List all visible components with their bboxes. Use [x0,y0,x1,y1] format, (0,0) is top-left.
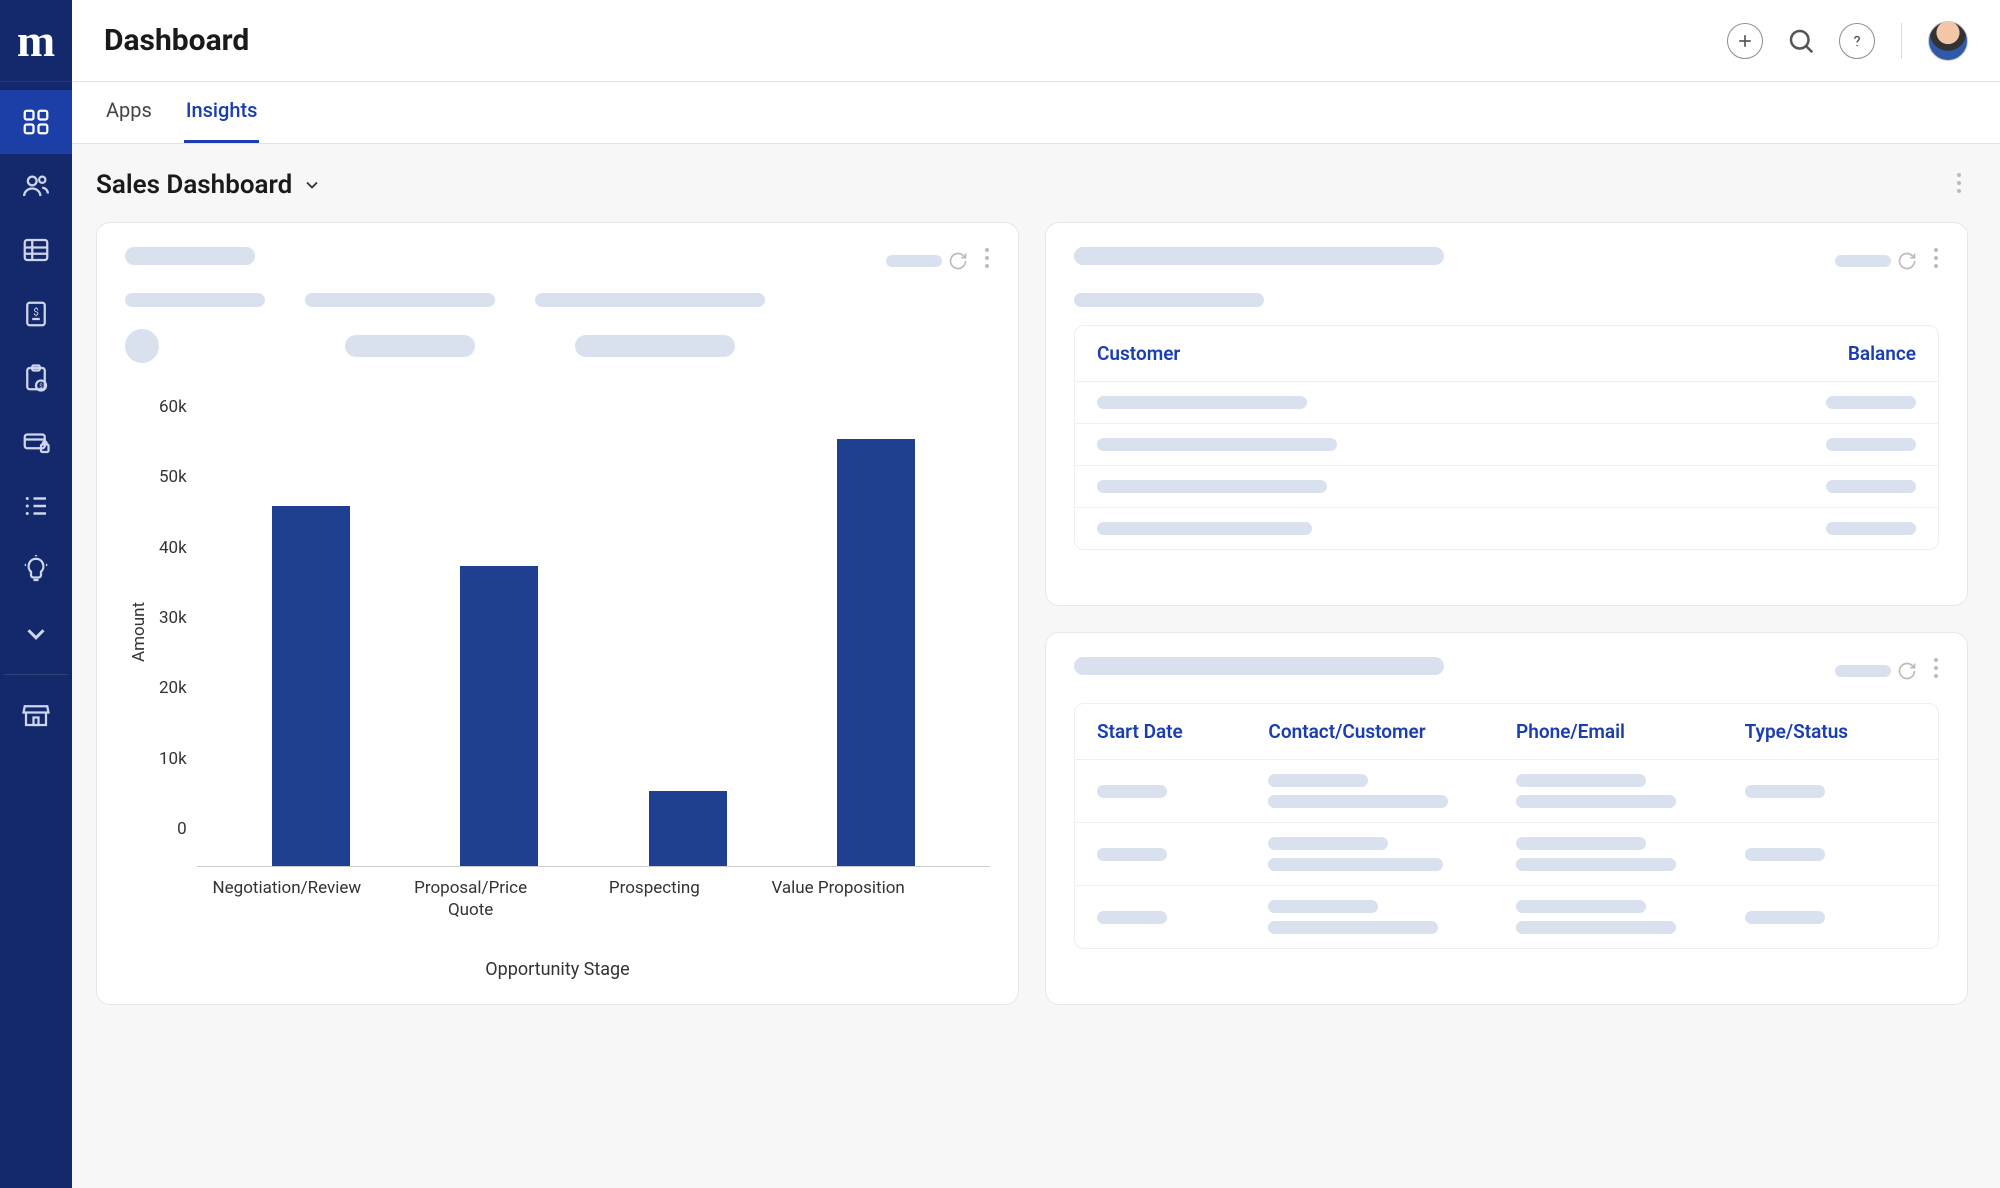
xaxis-label: Value Proposition [763,877,913,921]
col-phone: Phone/Email [1516,720,1745,743]
skeleton-circle [125,329,159,363]
app-logo[interactable]: m [0,0,72,82]
nav-customers[interactable] [0,154,72,218]
content-area: Sales Dashboard [72,144,2000,1188]
dashboard-icon [21,107,51,137]
nav-ideas[interactable] [0,538,72,602]
nav-list[interactable] [0,474,72,538]
bar-chart: Amount 60k 50k 40k 30k 20k 10k 0 [125,397,990,980]
nav-secure-payments[interactable] [0,410,72,474]
col-type: Type/Status [1745,720,1916,743]
bar[interactable] [236,506,386,866]
xaxis-label: Negotiation/Review [212,877,362,921]
table-row[interactable] [1075,886,1938,948]
bar[interactable] [801,439,951,867]
table-row[interactable] [1075,424,1938,466]
nav-expand[interactable] [0,602,72,666]
kebab-icon [1956,172,1962,194]
refresh-button[interactable] [1835,251,1917,271]
card-more-button[interactable] [984,247,990,275]
card-lock-icon [21,427,51,457]
nav-invoices[interactable]: $ [0,282,72,346]
app-header: Dashboard [72,0,2000,82]
card-opportunity-chart: Amount 60k 50k 40k 30k 20k 10k 0 [96,222,1019,1005]
nav-dashboard[interactable] [0,90,72,154]
col-contact: Contact/Customer [1268,720,1516,743]
chart-xlabel: Opportunity Stage [125,959,990,980]
list-icon [21,491,51,521]
table-row[interactable] [1075,508,1938,549]
nav-orders[interactable]: $ [0,346,72,410]
dashboard-title: Sales Dashboard [96,170,292,200]
bar[interactable] [424,566,574,866]
bar[interactable] [613,791,763,866]
card-customer-balance: Customer Balance [1045,222,1968,606]
contacts-table: Start Date Contact/Customer Phone/Email … [1074,703,1939,949]
search-icon [1786,26,1816,56]
user-avatar[interactable] [1928,21,1968,61]
xaxis-label: Prospecting [579,877,729,921]
plus-icon [1735,31,1755,51]
kebab-icon [1933,247,1939,269]
card-more-button[interactable] [1933,657,1939,685]
col-customer: Customer [1097,342,1507,365]
help-button[interactable] [1839,23,1875,59]
refresh-icon [1897,661,1917,681]
store-icon [21,700,51,730]
dashboard-selector[interactable]: Sales Dashboard [96,170,322,200]
refresh-button[interactable] [886,251,968,271]
table-row[interactable] [1075,760,1938,823]
skeleton-line [535,293,765,307]
nav-records[interactable] [0,218,72,282]
col-start-date: Start Date [1097,720,1268,743]
skeleton-line [305,293,495,307]
chart-plot-area [197,397,990,867]
skeleton-title [1074,247,1444,265]
tab-apps[interactable]: Apps [104,80,154,143]
skeleton-pill [575,335,735,357]
kebab-icon [1933,657,1939,679]
xaxis-label: Proposal/Price Quote [396,877,546,921]
refresh-icon [948,251,968,271]
skeleton-title [1074,657,1444,675]
people-icon [21,171,51,201]
table-icon [21,235,51,265]
clipboard-money-icon: $ [21,363,51,393]
chart-yaxis: 60k 50k 40k 30k 20k 10k 0 [153,397,197,867]
invoice-icon: $ [21,299,51,329]
customer-table: Customer Balance [1074,325,1939,550]
chevron-down-icon [302,175,322,195]
kebab-icon [984,247,990,269]
svg-text:$: $ [39,382,43,390]
tab-insights[interactable]: Insights [184,80,260,143]
skeleton-pill [345,335,475,357]
skeleton-line [125,293,265,307]
table-row[interactable] [1075,382,1938,424]
dashboard-more-button[interactable] [1950,168,1968,202]
table-row[interactable] [1075,823,1938,886]
chart-xaxis: Negotiation/Review Proposal/Price Quote Pr… [125,867,990,921]
skeleton-line [1074,293,1264,307]
refresh-button[interactable] [1835,661,1917,681]
app-sidebar: m $ $ [0,0,72,1188]
page-title: Dashboard [104,23,249,58]
help-icon [1848,32,1866,50]
add-button[interactable] [1727,23,1763,59]
chart-ylabel: Amount [125,397,153,867]
refresh-icon [1897,251,1917,271]
nav-marketplace[interactable] [0,683,72,747]
chevron-down-icon [21,619,51,649]
col-balance: Balance [1507,342,1917,365]
card-contacts: Start Date Contact/Customer Phone/Email … [1045,632,1968,1005]
svg-text:$: $ [33,305,39,318]
table-row[interactable] [1075,466,1938,508]
tab-bar: Apps Insights [72,82,2000,144]
search-button[interactable] [1783,23,1819,59]
skeleton-title [125,247,255,265]
card-more-button[interactable] [1933,247,1939,275]
lightbulb-icon [21,555,51,585]
